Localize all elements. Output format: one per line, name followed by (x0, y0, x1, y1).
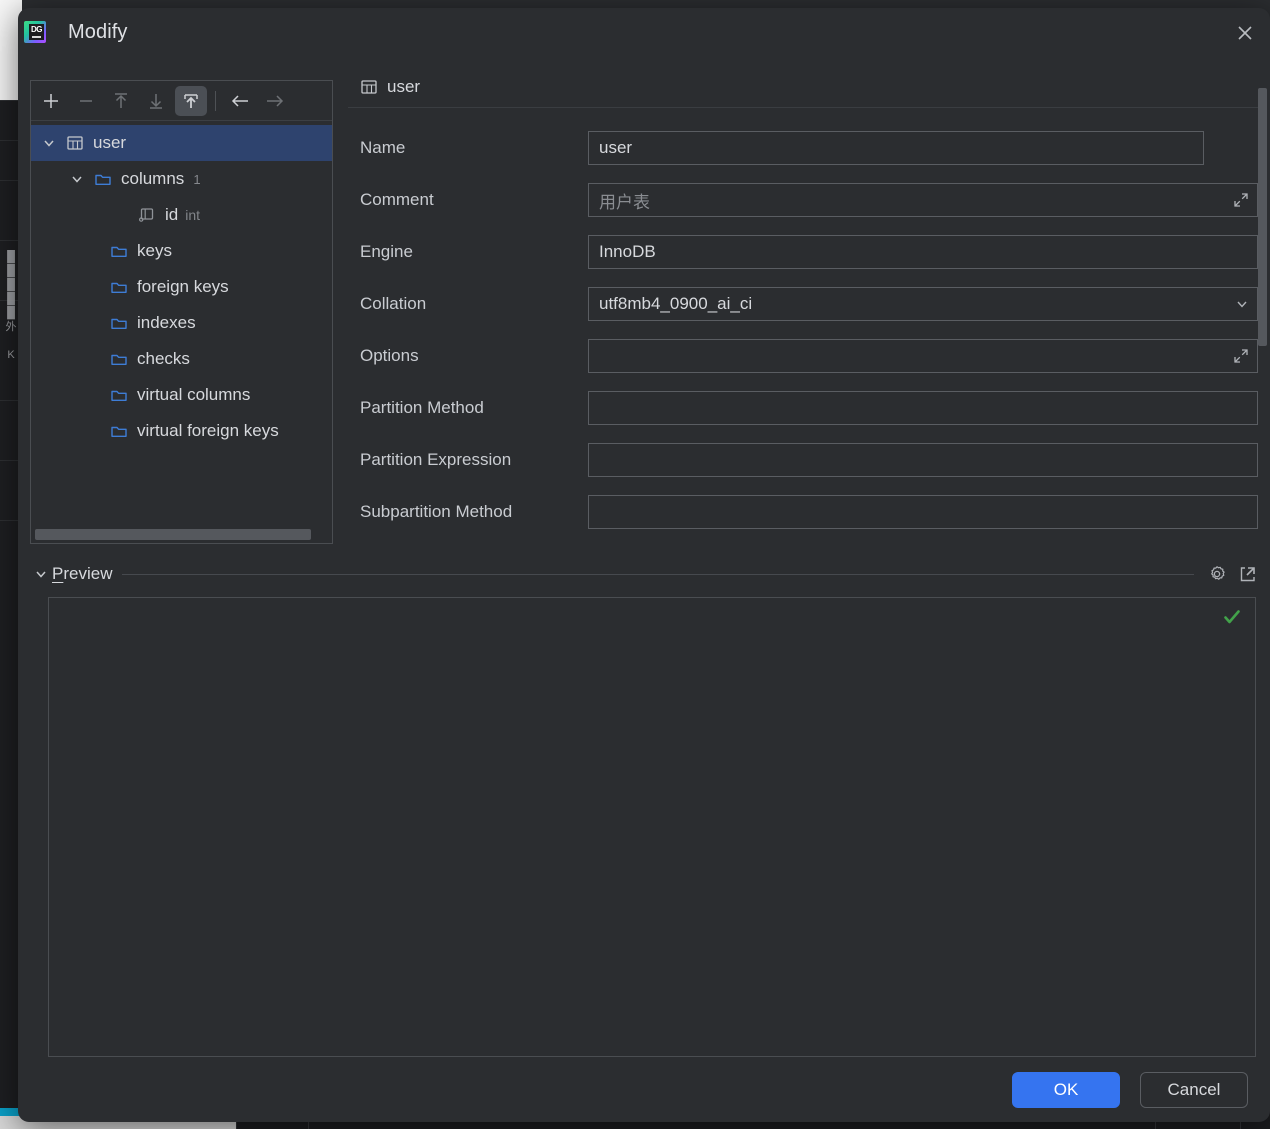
dialog-title: Modify (68, 20, 128, 43)
tree-node-label: virtual columns (137, 385, 251, 404)
remove-button[interactable] (70, 86, 102, 116)
gear-icon[interactable] (1206, 563, 1228, 585)
tree-node-label: user (93, 133, 127, 152)
form-vertical-scrollbar-thumb[interactable] (1258, 88, 1267, 346)
form-row-collation: Collation utf8mb4_0900_ai_ci (348, 278, 1270, 330)
dialog-footer: OK Cancel (18, 1058, 1270, 1122)
tree-node-label: indexes (137, 313, 196, 332)
preview-divider (122, 573, 1194, 575)
form-row-name: Name user (348, 122, 1270, 174)
tree-node-label: columns (121, 169, 185, 188)
options-expand-icon[interactable] (1232, 347, 1250, 365)
tree-node-id[interactable]: id int (31, 197, 332, 233)
tree-node-user[interactable]: user (31, 125, 332, 161)
close-icon[interactable] (1228, 16, 1262, 50)
tree-node-list[interactable]: user columns 1 id int keys foreign keys … (31, 121, 332, 526)
comment-expand-icon[interactable] (1232, 191, 1250, 209)
chevron-down-icon[interactable] (1235, 297, 1249, 311)
form-row-subpartition-method: Subpartition Method (348, 486, 1270, 538)
form-row-engine: Engine InnoDB (348, 226, 1270, 278)
options-label: Options (360, 346, 419, 365)
modify-dialog: DG Modify user columns 1 id int keys for… (18, 8, 1270, 1122)
folder-icon (107, 242, 131, 260)
form-row-partition-expression: Partition Expression (348, 434, 1270, 486)
preview-label-rest: review (63, 564, 113, 583)
partition-method-label: Partition Method (360, 398, 484, 417)
form-header-title: user (387, 76, 421, 96)
logo-text: DG (31, 25, 43, 34)
tree-node-virtual-columns[interactable]: virtual columns (31, 377, 332, 413)
form-header: user (348, 66, 1258, 108)
folder-icon (107, 278, 131, 296)
comment-label: Comment (360, 190, 434, 209)
ok-button[interactable]: OK (1012, 1072, 1120, 1108)
name-label: Name (360, 138, 406, 157)
column-icon (135, 206, 159, 224)
preview-label[interactable]: Preview (52, 564, 112, 584)
tree-node-label: foreign keys (137, 277, 229, 296)
navigate-back-button[interactable] (224, 86, 256, 116)
comment-input[interactable]: 用户表 (588, 183, 1258, 217)
collation-select[interactable]: utf8mb4_0900_ai_ci (588, 287, 1258, 321)
table-icon (63, 134, 87, 152)
tree-horizontal-scrollbar[interactable] (31, 526, 332, 543)
navigate-forward-button[interactable] (259, 86, 291, 116)
table-properties-form: user Name user Comment 用户表 Engine InnoDB… (348, 66, 1270, 544)
tree-node-foreign-keys[interactable]: foreign keys (31, 269, 332, 305)
move-up-button[interactable] (105, 86, 137, 116)
folder-icon (107, 422, 131, 440)
preview-actions (1206, 563, 1258, 585)
upper-region: user columns 1 id int keys foreign keys … (18, 56, 1270, 548)
tree-node-label: virtual foreign keys (137, 421, 279, 440)
open-in-new-window-icon[interactable] (1236, 563, 1258, 585)
tree-node-indexes[interactable]: indexes (31, 305, 332, 341)
form-row-partition-method: Partition Method (348, 382, 1270, 434)
preview-label-mnemonic: P (52, 564, 64, 583)
form-row-options: Options (348, 330, 1270, 382)
move-down-button[interactable] (140, 86, 172, 116)
folder-icon (91, 170, 115, 188)
folder-icon (107, 314, 131, 332)
tree-node-type: int (185, 207, 201, 223)
folder-icon (107, 386, 131, 404)
tree-node-keys[interactable]: keys (31, 233, 332, 269)
form-field-rows: Name user Comment 用户表 Engine InnoDB Coll… (348, 108, 1270, 538)
partition-expression-label: Partition Expression (360, 450, 512, 469)
add-button[interactable] (35, 86, 67, 116)
preview-section-header: Preview (30, 554, 1258, 594)
chevron-down-icon[interactable] (63, 172, 91, 186)
chevron-down-icon[interactable] (35, 136, 63, 150)
partition-expression-input[interactable] (588, 443, 1258, 477)
extract-button[interactable] (175, 85, 207, 116)
engine-input[interactable]: InnoDB (588, 235, 1258, 269)
options-input[interactable] (588, 339, 1258, 373)
folder-icon (107, 350, 131, 368)
cancel-button[interactable]: Cancel (1140, 1072, 1248, 1108)
toolbar-separator (215, 90, 216, 111)
object-tree-pane: user columns 1 id int keys foreign keys … (30, 80, 333, 544)
checkmark-icon (1221, 606, 1243, 628)
subpartition-method-label: Subpartition Method (360, 502, 513, 521)
engine-label: Engine (360, 242, 413, 261)
tree-node-label: id (165, 205, 179, 224)
datagrip-logo-icon: DG (24, 21, 46, 43)
preview-editor[interactable] (48, 597, 1256, 1057)
tree-node-checks[interactable]: checks (31, 341, 332, 377)
subpartition-method-input[interactable] (588, 495, 1258, 529)
tree-node-label: checks (137, 349, 190, 368)
tree-toolbar (31, 81, 332, 121)
collation-label: Collation (360, 294, 427, 313)
tree-horizontal-scrollbar-thumb[interactable] (35, 529, 311, 540)
tree-node-count: 1 (193, 171, 201, 187)
table-icon (360, 78, 378, 96)
name-input[interactable]: user (588, 131, 1204, 165)
tree-node-columns[interactable]: columns 1 (31, 161, 332, 197)
partition-method-input[interactable] (588, 391, 1258, 425)
dialog-titlebar: DG Modify (18, 8, 1270, 56)
tree-node-label: keys (137, 241, 172, 260)
tree-node-virtual-foreign-keys[interactable]: virtual foreign keys (31, 413, 332, 449)
form-row-comment: Comment 用户表 (348, 174, 1270, 226)
chevron-down-icon[interactable] (30, 567, 52, 581)
